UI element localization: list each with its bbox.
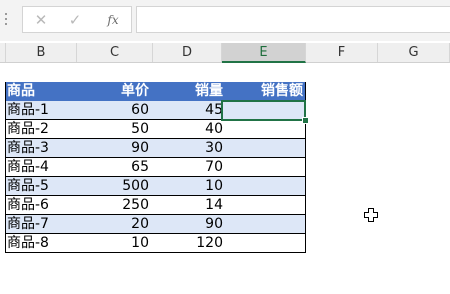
cell-qty[interactable]: 45 xyxy=(152,101,226,119)
insert-function-button[interactable]: fx xyxy=(103,10,123,30)
cell-product[interactable]: 商品-8 xyxy=(5,234,75,252)
column-header-bar: B C D E F G xyxy=(0,43,450,63)
table-row: 商品-5 500 10 xyxy=(5,177,306,196)
table-row: 商品-8 10 120 xyxy=(5,234,306,253)
cell-price[interactable]: 90 xyxy=(76,139,152,157)
cell-sales[interactable] xyxy=(226,196,306,214)
cell-price[interactable]: 250 xyxy=(76,196,152,214)
check-icon[interactable]: ✓ xyxy=(65,10,85,30)
header-unit-price[interactable]: 单价 xyxy=(76,82,152,100)
cell-product[interactable]: 商品-3 xyxy=(5,139,75,157)
table-row: 商品-4 65 70 xyxy=(5,158,306,177)
cell-sales[interactable] xyxy=(226,234,306,252)
table-row: 商品-7 20 90 xyxy=(5,215,306,234)
cell-qty[interactable]: 40 xyxy=(152,120,226,138)
cell-qty[interactable]: 120 xyxy=(152,234,226,252)
active-cell-selection[interactable] xyxy=(221,100,306,121)
cell-qty[interactable]: 14 xyxy=(152,196,226,214)
column-header-g[interactable]: G xyxy=(378,43,450,62)
formula-bar: ✕ ✓ fx xyxy=(0,0,450,41)
grip-handle[interactable] xyxy=(4,13,8,27)
cell-qty[interactable]: 70 xyxy=(152,158,226,176)
cell-price[interactable]: 10 xyxy=(76,234,152,252)
column-header-c[interactable]: C xyxy=(77,43,153,62)
header-sales-amount[interactable]: 销售额 xyxy=(226,82,306,100)
header-product[interactable]: 商品 xyxy=(5,82,75,100)
cell-product[interactable]: 商品-4 xyxy=(5,158,75,176)
cell-product[interactable]: 商品-6 xyxy=(5,196,75,214)
fill-handle[interactable] xyxy=(302,117,309,124)
cross-cursor-icon xyxy=(364,208,378,222)
cell-qty[interactable]: 30 xyxy=(152,139,226,157)
cell-price[interactable]: 65 xyxy=(76,158,152,176)
cell-qty[interactable]: 90 xyxy=(152,215,226,233)
column-header-d[interactable]: D xyxy=(153,43,222,62)
cell-sales[interactable] xyxy=(226,177,306,195)
cell-sales[interactable] xyxy=(226,158,306,176)
formula-input[interactable] xyxy=(136,6,450,33)
column-header-e[interactable]: E xyxy=(222,43,306,63)
cell-sales[interactable] xyxy=(226,139,306,157)
close-icon[interactable]: ✕ xyxy=(31,10,51,30)
cell-product[interactable]: 商品-1 xyxy=(5,101,75,119)
table-row: 商品-2 50 40 xyxy=(5,120,306,139)
cell-price[interactable]: 20 xyxy=(76,215,152,233)
cell-sales[interactable] xyxy=(226,120,306,138)
cell-product[interactable]: 商品-2 xyxy=(5,120,75,138)
formula-buttons: ✕ ✓ fx xyxy=(22,6,132,33)
cell-qty[interactable]: 10 xyxy=(152,177,226,195)
column-header-b[interactable]: B xyxy=(6,43,77,62)
table-row: 商品-6 250 14 xyxy=(5,196,306,215)
table-header-row: 商品 单价 销量 销售额 xyxy=(5,82,306,101)
column-header-f[interactable]: F xyxy=(306,43,378,62)
header-quantity[interactable]: 销量 xyxy=(152,82,226,100)
cell-product[interactable]: 商品-5 xyxy=(5,177,75,195)
table-row: 商品-3 90 30 xyxy=(5,139,306,158)
cell-sales[interactable] xyxy=(226,215,306,233)
cell-price[interactable]: 50 xyxy=(76,120,152,138)
cell-price[interactable]: 500 xyxy=(76,177,152,195)
cell-product[interactable]: 商品-7 xyxy=(5,215,75,233)
cell-price[interactable]: 60 xyxy=(76,101,152,119)
